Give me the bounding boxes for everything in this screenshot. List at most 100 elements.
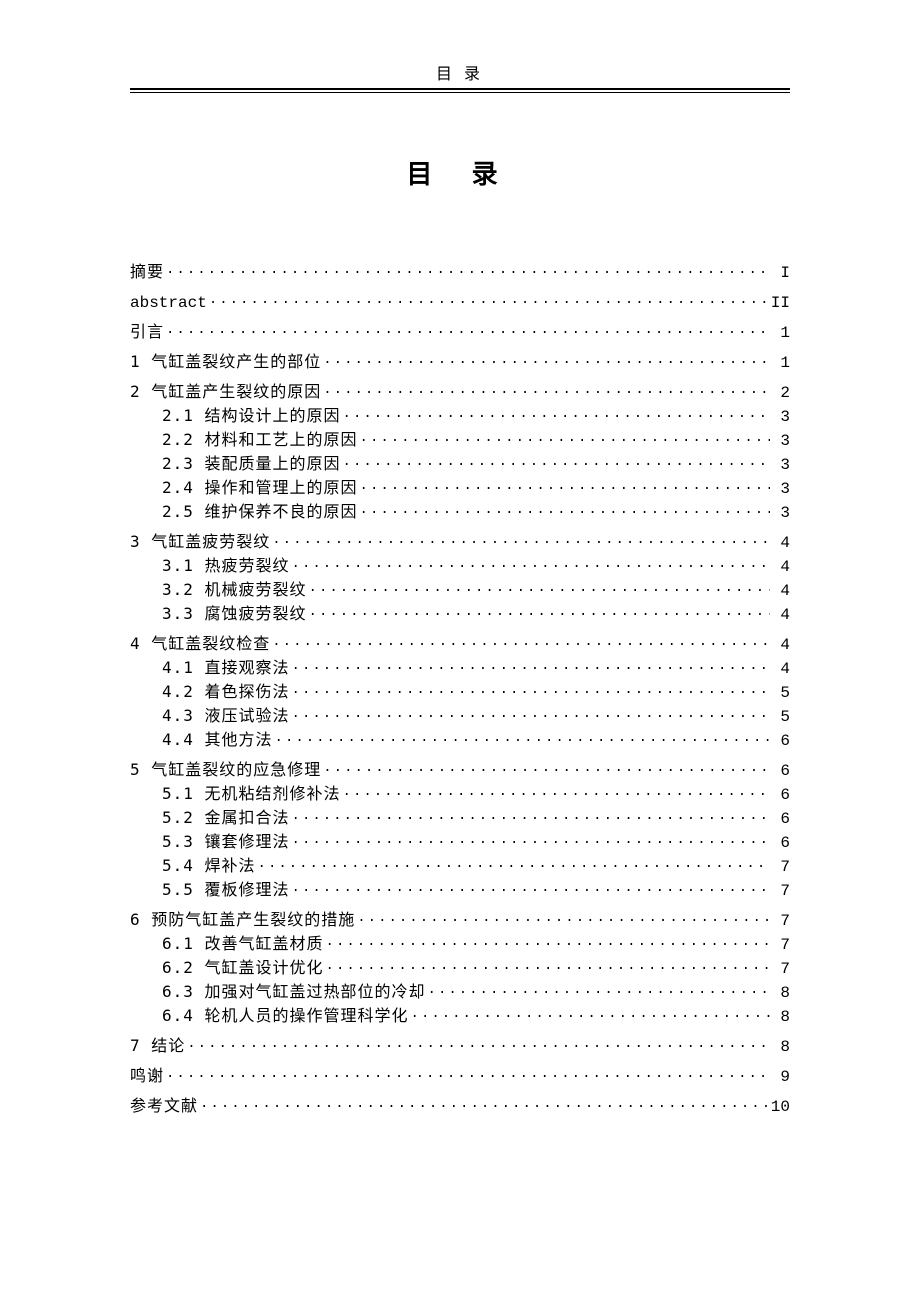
toc-entry: 5 气缸盖裂纹的应急修理 6 (130, 759, 790, 779)
toc-entry: 5.4 焊补法7 (130, 855, 790, 875)
toc-dot-leader (275, 729, 770, 745)
toc-entry-page: 8 (772, 1039, 790, 1055)
toc-entry-label: 2.1 结构设计上的原因 (162, 408, 341, 424)
toc-entry-page: 4 (772, 583, 790, 599)
toc-entry: 3.3 腐蚀疲劳裂纹4 (130, 603, 790, 623)
toc-entry: 4.1 直接观察法4 (130, 657, 790, 677)
toc-entry-page: 1 (772, 355, 790, 371)
toc-group: 5 气缸盖裂纹的应急修理 6 5.1 无机粘结剂修补法6 5.2 金属扣合法 6 5.3 … (130, 759, 790, 899)
toc-entry-label: 6 预防气缸盖产生裂纹的措施 (130, 912, 355, 928)
toc-dot-leader (292, 657, 770, 673)
toc-entry: 3 气缸盖疲劳裂纹 4 (130, 531, 790, 551)
toc-entry: 6.4 轮机人员的操作管理科学化8 (130, 1005, 790, 1025)
page-title: 目 录 (130, 154, 790, 191)
toc-entry: 3.2 机械疲劳裂纹 4 (130, 579, 790, 599)
toc-entry-label: 3.1 热疲劳裂纹 (162, 558, 290, 574)
toc-entry-label: 5.1 无机粘结剂修补法 (162, 786, 341, 802)
toc-entry-label: 5.2 金属扣合法 (162, 810, 290, 826)
toc-entry-label: 5 气缸盖裂纹的应急修理 (130, 762, 321, 778)
toc-entry-label: 参考文献 (130, 1098, 198, 1114)
toc-dot-leader (326, 933, 770, 949)
toc-entry-page: 10 (771, 1099, 790, 1115)
toc-entry-page: 3 (772, 457, 790, 473)
toc-entry: 2.2 材料和工艺上的原因3 (130, 429, 790, 449)
toc-dot-leader (292, 879, 770, 895)
toc-entry: 4.4 其他方法 6 (130, 729, 790, 749)
toc-dot-leader (323, 381, 770, 397)
toc-entry: 6.2 气缸盖设计优化7 (130, 957, 790, 977)
toc-entry-label: 2.4 操作和管理上的原因 (162, 480, 358, 496)
toc-dot-leader (309, 579, 770, 595)
toc-entry-label: 4 气缸盖裂纹检查 (130, 636, 270, 652)
toc-dot-leader (360, 501, 770, 517)
toc-entry-label: 6.4 轮机人员的操作管理科学化 (162, 1008, 409, 1024)
toc-dot-leader (272, 531, 770, 547)
toc-entry-label: 引言 (130, 324, 164, 340)
toc-entry-label: 2.3 装配质量上的原因 (162, 456, 341, 472)
toc-entry-label: 4.3 液压试验法 (162, 708, 290, 724)
toc-entry: 5.5 覆板修理法7 (130, 879, 790, 899)
toc-entry-page: 6 (772, 763, 790, 779)
toc-group: 6 预防气缸盖产生裂纹的措施76.1 改善气缸盖材质76.2 气缸盖设计优化76… (130, 909, 790, 1025)
toc-dot-leader (292, 807, 770, 823)
toc-entry-label: 4.4 其他方法 (162, 732, 273, 748)
toc-dot-leader (292, 705, 770, 721)
toc-group: 鸣谢9 (130, 1065, 790, 1085)
toc-dot-leader (166, 1065, 770, 1081)
toc-dot-leader (323, 351, 770, 367)
toc-group: 1 气缸盖裂纹产生的部位 1 (130, 351, 790, 371)
toc-entry: 2.5 维护保养不良的原因3 (130, 501, 790, 521)
toc-entry-page: II (771, 295, 790, 311)
toc-group: 摘要I (130, 261, 790, 281)
toc-entry-label: abstract (130, 295, 207, 311)
toc-entry: 2 气缸盖产生裂纹的原因2 (130, 381, 790, 401)
toc-entry-page: 4 (772, 535, 790, 551)
toc-dot-leader (411, 1005, 770, 1021)
toc-dot-leader (343, 405, 770, 421)
toc-group: 4 气缸盖裂纹检查44.1 直接观察法44.2 着色探伤法54.3 液压试验法5… (130, 633, 790, 749)
toc-entry-label: 5.3 镶套修理法 (162, 834, 290, 850)
toc-entry-page: 5 (772, 709, 790, 725)
toc-entry-page: 1 (772, 325, 790, 341)
toc-entry: 4.3 液压试验法 5 (130, 705, 790, 725)
toc-dot-leader (166, 261, 770, 277)
toc-entry-label: 1 气缸盖裂纹产生的部位 (130, 354, 321, 370)
toc-entry-label: 3 气缸盖疲劳裂纹 (130, 534, 270, 550)
table-of-contents: 摘要I abstract II 引言 1 1 气缸盖裂纹产生的部位 1 2 气缸盖产生裂纹的原… (130, 261, 790, 1115)
toc-entry: 5.1 无机粘结剂修补法6 (130, 783, 790, 803)
toc-entry-label: 2 气缸盖产生裂纹的原因 (130, 384, 321, 400)
toc-entry: 4 气缸盖裂纹检查4 (130, 633, 790, 653)
toc-dot-leader (428, 981, 770, 997)
toc-entry: 1 气缸盖裂纹产生的部位 1 (130, 351, 790, 371)
toc-entry: 摘要I (130, 261, 790, 281)
toc-entry: 鸣谢9 (130, 1065, 790, 1085)
toc-group: 7 结论8 (130, 1035, 790, 1055)
running-header-text: 目 录 (436, 66, 484, 83)
toc-entry-label: 3.2 机械疲劳裂纹 (162, 582, 307, 598)
toc-entry-page: 8 (772, 985, 790, 1001)
toc-entry-label: 6.1 改善气缸盖材质 (162, 936, 324, 952)
header-rule-thick (130, 88, 790, 90)
toc-entry-label: 2.2 材料和工艺上的原因 (162, 432, 358, 448)
toc-entry-label: 6.2 气缸盖设计优化 (162, 960, 324, 976)
toc-entry: 7 结论8 (130, 1035, 790, 1055)
toc-dot-leader (343, 453, 770, 469)
toc-entry-page: 9 (772, 1069, 790, 1085)
toc-dot-leader (343, 783, 770, 799)
toc-entry-label: 5.4 焊补法 (162, 858, 256, 874)
toc-entry-label: 4.1 直接观察法 (162, 660, 290, 676)
toc-dot-leader (357, 909, 770, 925)
toc-entry: 2.3 装配质量上的原因 3 (130, 453, 790, 473)
toc-dot-leader (360, 429, 770, 445)
toc-entry-page: 6 (772, 835, 790, 851)
toc-entry: 2.4 操作和管理上的原因3 (130, 477, 790, 497)
toc-group: 引言 1 (130, 321, 790, 341)
toc-entry: 3.1 热疲劳裂纹4 (130, 555, 790, 575)
toc-entry: 6.3 加强对气缸盖过热部位的冷却8 (130, 981, 790, 1001)
toc-entry-label: 3.3 腐蚀疲劳裂纹 (162, 606, 307, 622)
toc-dot-leader (326, 957, 770, 973)
toc-entry: 6.1 改善气缸盖材质 7 (130, 933, 790, 953)
toc-entry: 引言 1 (130, 321, 790, 341)
toc-entry-page: 7 (772, 937, 790, 953)
toc-entry-page: 6 (772, 733, 790, 749)
